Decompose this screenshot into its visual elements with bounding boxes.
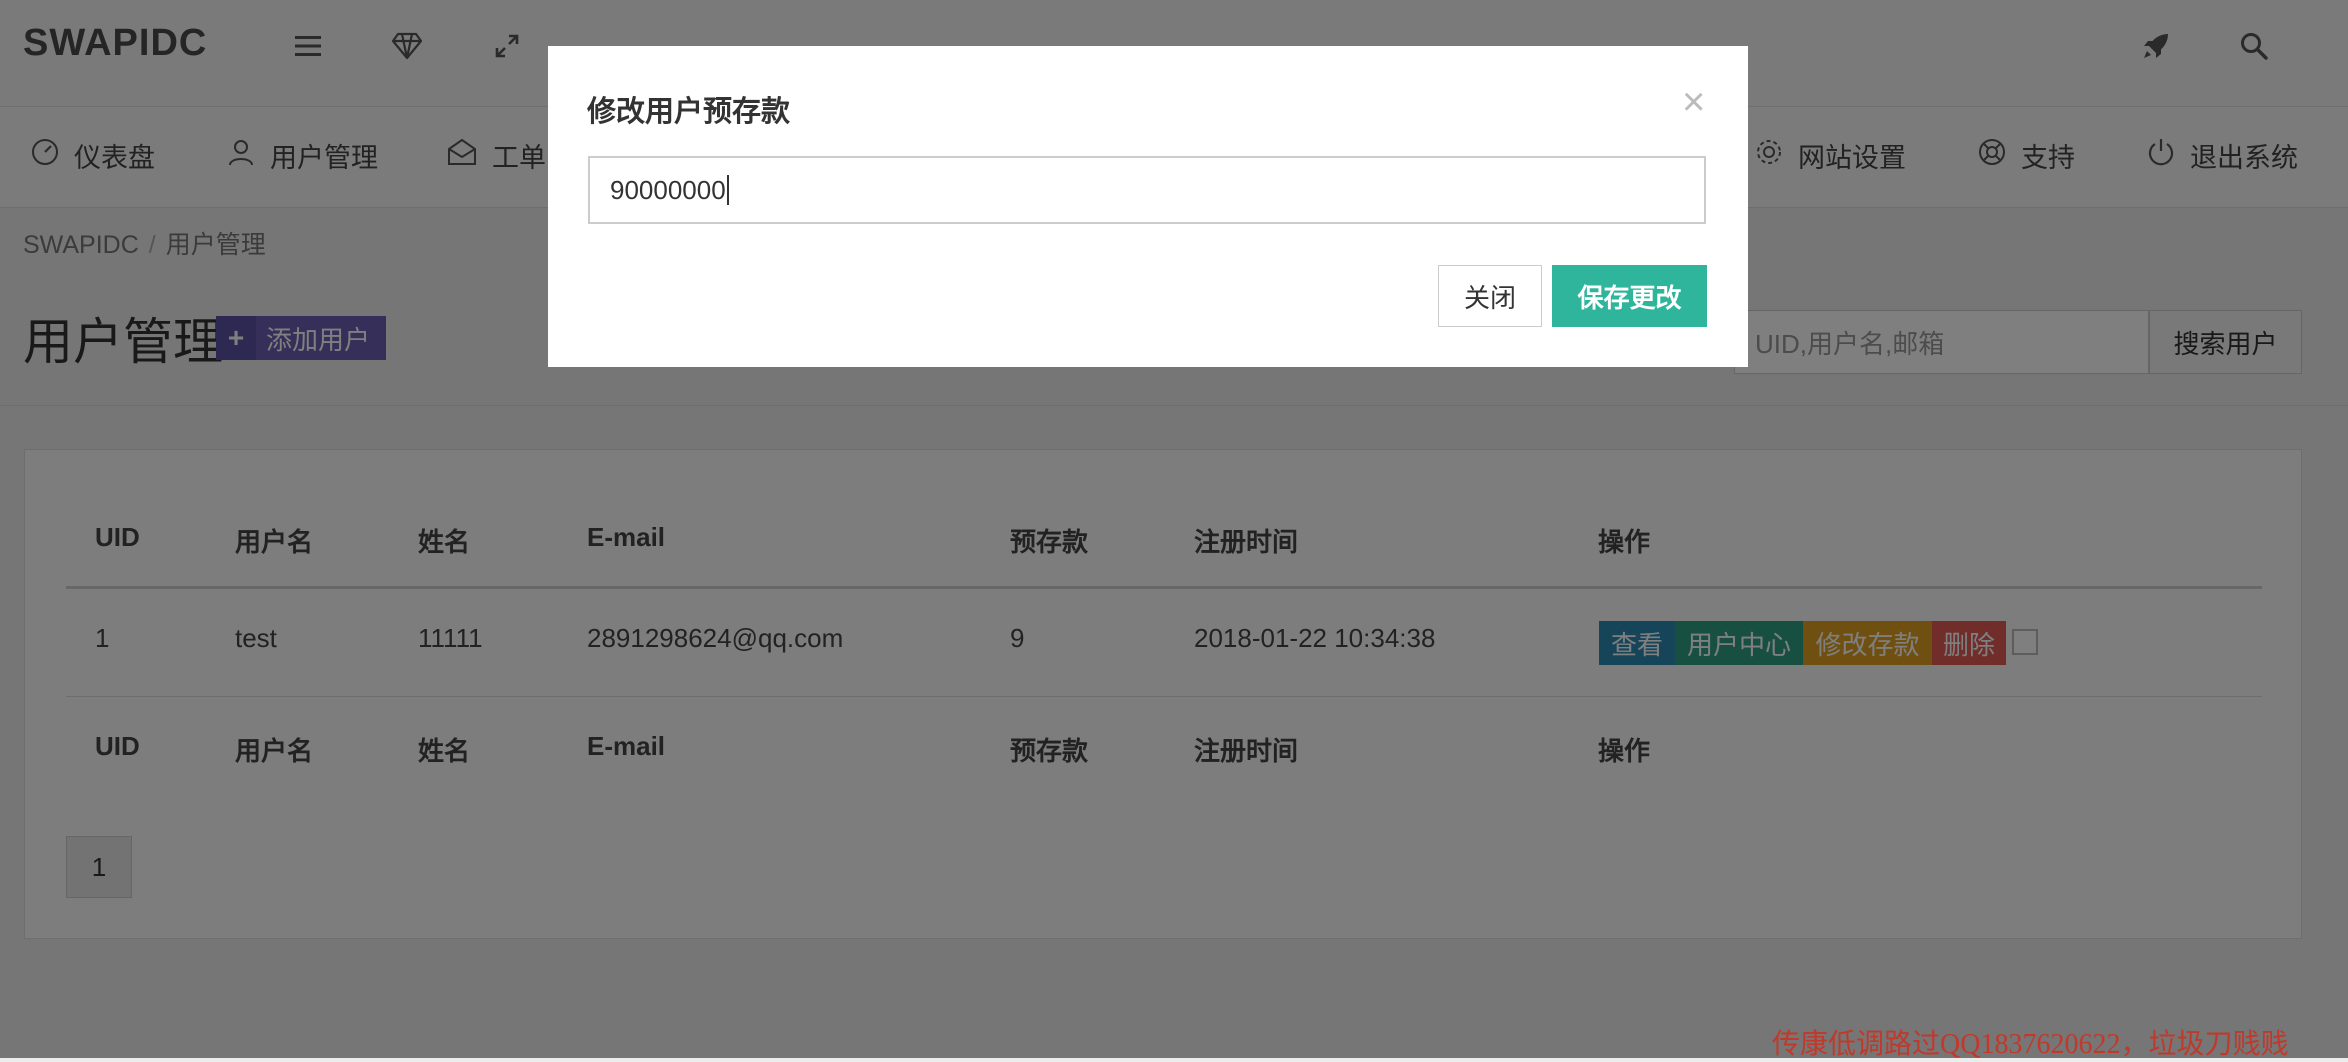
save-changes-button[interactable]: 保存更改 bbox=[1552, 265, 1707, 327]
balance-input-value: 90000000 bbox=[610, 174, 726, 205]
balance-input[interactable]: 90000000 bbox=[588, 156, 1706, 224]
text-caret bbox=[726, 175, 729, 205]
watermark-text: 传康低调路过QQ1837620622，垃圾刀贱贱 bbox=[1772, 1029, 2289, 1060]
edit-balance-modal: 修改用户预存款 × 90000000 关闭 保存更改 bbox=[548, 46, 1748, 367]
modal-title: 修改用户预存款 bbox=[587, 96, 791, 128]
close-icon[interactable]: × bbox=[1682, 82, 1705, 122]
close-button[interactable]: 关闭 bbox=[1438, 265, 1542, 327]
